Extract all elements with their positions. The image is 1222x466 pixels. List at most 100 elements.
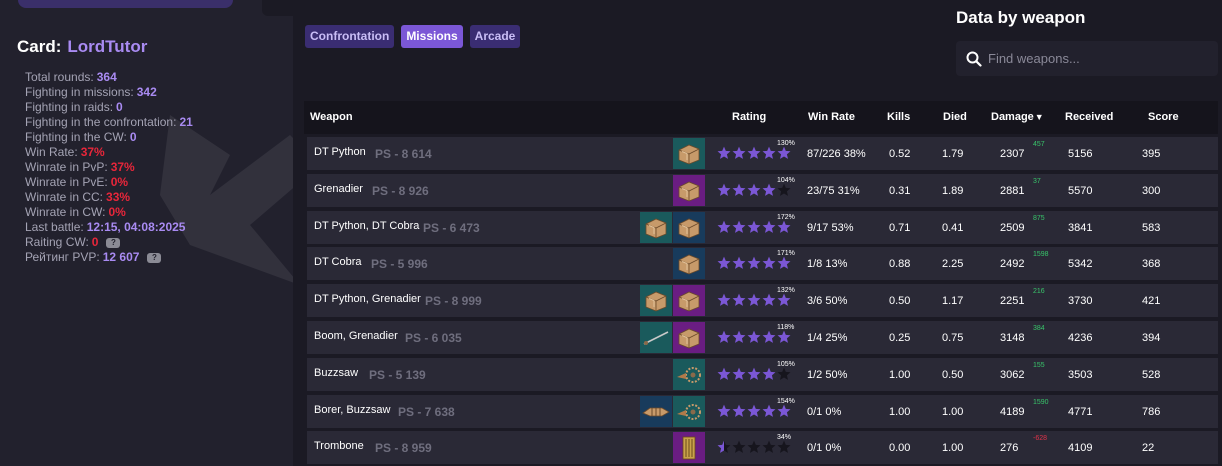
profile-panel: Card: LordTutor Total rounds: 364 Fighting … xyxy=(0,0,293,466)
star-icon xyxy=(732,404,746,417)
winrate-cell: 1/4 25% xyxy=(807,332,848,344)
tab-confrontation[interactable]: Confrontation xyxy=(305,25,395,48)
damage-cell: 3148 xyxy=(1000,332,1025,344)
kills-cell: 0.52 xyxy=(889,148,911,160)
trombone-icon xyxy=(673,432,705,463)
power-score: PS - 7 638 xyxy=(398,405,455,419)
tab-missions[interactable]: Missions xyxy=(401,25,463,48)
search-icon xyxy=(966,51,982,67)
power-score: PS - 8 999 xyxy=(425,294,482,308)
star-icon xyxy=(732,183,746,196)
table-row[interactable]: DT Python PS - 8 614 130% 87/226 38% 0.52 1.7… xyxy=(307,137,1218,170)
star-icon xyxy=(762,330,776,343)
stat-value: 21 xyxy=(179,115,193,129)
died-cell: 0.41 xyxy=(942,222,964,234)
table-row[interactable]: DT Python, Grenadier PS - 8 999 132% 3/6 50… xyxy=(307,284,1218,317)
damage-cell: 2492 xyxy=(1000,258,1025,270)
star-icon xyxy=(747,367,761,380)
star-icon xyxy=(732,146,746,159)
header-damage[interactable]: Damage▼ xyxy=(991,111,1044,123)
damage-cell: 2509 xyxy=(1000,222,1025,234)
star-icon xyxy=(747,183,761,196)
weapon-name: DT Python xyxy=(314,146,366,158)
info-icon[interactable]: ? xyxy=(147,252,162,263)
star-icon xyxy=(762,440,776,453)
crate-icon xyxy=(673,322,705,353)
score-cell: 300 xyxy=(1142,185,1161,197)
rating-percent: 104% xyxy=(777,177,795,184)
score-cell: 528 xyxy=(1142,369,1161,381)
stat-value: 37% xyxy=(80,145,105,159)
stat-value: 12 607 xyxy=(102,250,140,264)
rating-percent: 154% xyxy=(777,398,795,405)
search-box[interactable] xyxy=(956,41,1218,76)
stat-value: 0% xyxy=(110,175,129,189)
rating-percent: 171% xyxy=(777,250,795,257)
rating-stars xyxy=(717,404,791,418)
rod-icon xyxy=(640,322,672,353)
kills-cell: 0.00 xyxy=(889,442,911,454)
rating-percent: 130% xyxy=(777,140,795,147)
stat-label: Winrate in CW: xyxy=(25,205,106,219)
weapon-icons xyxy=(673,248,705,279)
rating-percent: 34% xyxy=(777,434,792,441)
header-score[interactable]: Score xyxy=(1148,111,1179,123)
star-icon xyxy=(732,220,746,233)
stat-label: Total rounds: xyxy=(25,70,94,84)
rating-percent: 172% xyxy=(777,214,795,221)
stat-value: 37% xyxy=(110,160,135,174)
weapon-name: DT Python, Grenadier xyxy=(314,293,421,305)
stat-label: Fighting in the CW: xyxy=(25,130,127,144)
weapon-name: Trombone xyxy=(314,440,364,452)
star-icon xyxy=(762,256,776,269)
stat-value: 364 xyxy=(96,70,117,84)
table-row[interactable]: DT Cobra PS - 5 996 171% 1/8 13% 0.88 2.25 249… xyxy=(307,247,1218,280)
received-cell: 4771 xyxy=(1068,406,1093,418)
star-icon xyxy=(747,404,761,417)
header-kills[interactable]: Kills xyxy=(887,111,910,123)
died-cell: 0.50 xyxy=(942,369,964,381)
stat-row: Рейтинг PVP: 12 607? xyxy=(25,250,193,265)
star-icon xyxy=(747,293,761,306)
damage-delta: 1598 xyxy=(1033,251,1049,258)
star-icon xyxy=(777,146,791,159)
stats-list: Total rounds: 364 Fighting in missions: 342… xyxy=(25,70,193,265)
table-row[interactable]: Boom, Grenadier PS - 6 035 118% 1/4 25% 0.25… xyxy=(307,321,1218,354)
weapon-name: DT Python, DT Cobra xyxy=(314,220,420,232)
header-rating[interactable]: Rating xyxy=(732,111,766,123)
weapon-name: Grenadier xyxy=(314,183,363,195)
header-died[interactable]: Died xyxy=(943,111,967,123)
card-name[interactable]: LordTutor xyxy=(67,37,147,56)
table-row[interactable]: Borer, Buzzsaw PS - 7 638 154% 0/1 0% 1.00 1.… xyxy=(307,395,1218,428)
header-weapon[interactable]: Weapon xyxy=(310,111,353,123)
weapon-icons xyxy=(673,175,705,206)
weapon-name: DT Cobra xyxy=(314,256,362,268)
star-icon xyxy=(762,220,776,233)
damage-delta: 155 xyxy=(1033,362,1045,369)
score-cell: 421 xyxy=(1142,295,1161,307)
damage-cell: 276 xyxy=(1000,442,1019,454)
power-score: PS - 6 035 xyxy=(405,331,462,345)
star-icon xyxy=(717,146,731,159)
star-icon xyxy=(762,183,776,196)
table-row[interactable]: Buzzsaw PS - 5 139 105% 1/2 50% 1.00 0.50 3062… xyxy=(307,358,1218,391)
header-winrate[interactable]: Win Rate xyxy=(808,111,855,123)
info-icon[interactable]: ? xyxy=(106,237,121,248)
died-cell: 1.17 xyxy=(942,295,964,307)
table-row[interactable]: DT Python, DT Cobra PS - 6 473 172% 9/17 53… xyxy=(307,211,1218,244)
damage-delta: 37 xyxy=(1033,178,1041,185)
header-damage-label: Damage xyxy=(991,111,1034,123)
star-icon xyxy=(717,256,731,269)
received-cell: 5342 xyxy=(1068,258,1093,270)
tab-arcade[interactable]: Arcade xyxy=(469,25,521,48)
header-received[interactable]: Received xyxy=(1065,111,1113,123)
score-cell: 786 xyxy=(1142,406,1161,418)
power-score: PS - 5 996 xyxy=(371,257,428,271)
stat-value: 0 xyxy=(116,100,123,114)
received-cell: 3730 xyxy=(1068,295,1093,307)
search-input[interactable] xyxy=(988,51,1208,66)
drill-icon xyxy=(640,396,672,427)
table-row[interactable]: Trombone PS - 8 959 34% 0/1 0% 0.00 1.00 276 41… xyxy=(307,431,1218,464)
table-row[interactable]: Grenadier PS - 8 926 104% 23/75 31% 0.31 1.89… xyxy=(307,174,1218,207)
damage-cell: 2307 xyxy=(1000,148,1025,160)
